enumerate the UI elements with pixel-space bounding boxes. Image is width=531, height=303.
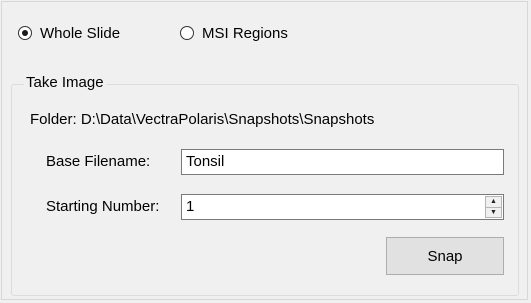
- snapshot-panel: Whole Slide MSI Regions Take Image Folde…: [0, 0, 531, 303]
- stepper-buttons: ▲ ▼: [485, 196, 502, 218]
- whole-slide-label: Whole Slide: [40, 24, 121, 42]
- take-image-group-title: Take Image: [24, 73, 107, 93]
- spin-up-icon[interactable]: ▲: [485, 196, 502, 208]
- base-filename-value: Tonsil: [186, 153, 225, 170]
- starting-number-stepper[interactable]: 1 ▲ ▼: [181, 194, 504, 220]
- starting-number-value: 1: [186, 198, 195, 215]
- radio-checked-icon: [18, 26, 32, 40]
- msi-regions-radio[interactable]: MSI Regions: [180, 22, 288, 44]
- msi-regions-label: MSI Regions: [202, 24, 288, 42]
- snap-button-label: Snap: [427, 247, 463, 265]
- radio-unchecked-icon: [180, 26, 194, 40]
- whole-slide-radio[interactable]: Whole Slide: [18, 22, 120, 44]
- snap-button[interactable]: Snap: [386, 237, 504, 275]
- folder-path-label: Folder: D:\Data\VectraPolaris\Snapshots\…: [30, 111, 375, 128]
- base-filename-input[interactable]: Tonsil: [181, 149, 504, 175]
- spin-down-icon[interactable]: ▼: [485, 207, 502, 218]
- base-filename-label: Base Filename:: [46, 153, 151, 170]
- starting-number-label: Starting Number:: [46, 198, 160, 215]
